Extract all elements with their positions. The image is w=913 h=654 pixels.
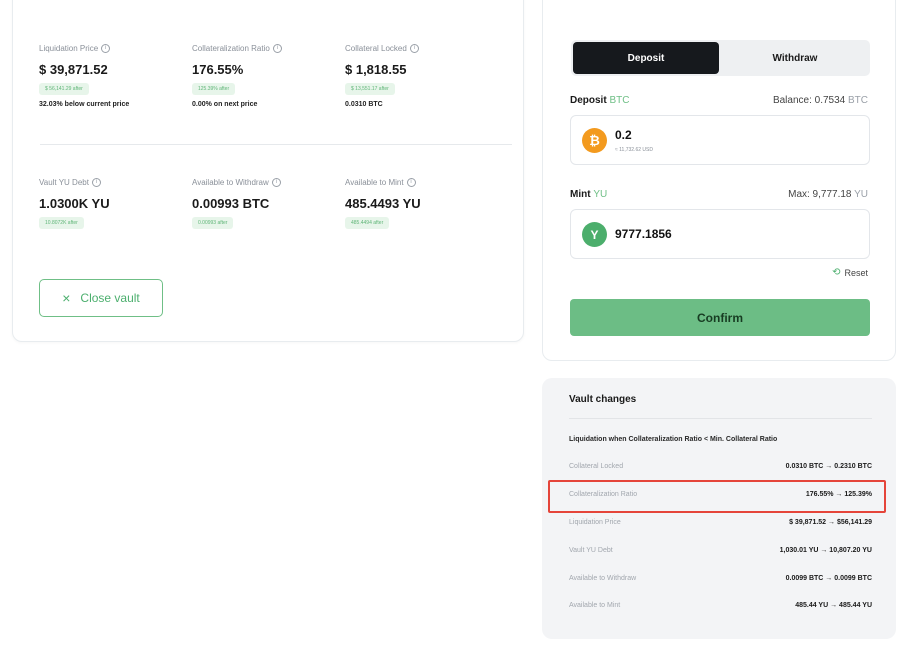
change-row-available-to-withdraw: Available to Withdraw 0.0099 BTC → 0.009… [569,575,872,587]
stat-label: Available to Withdraw [192,178,269,187]
stat-value: $ 1,818.55 [345,62,407,77]
info-icon[interactable]: i [271,178,281,187]
close-icon: × [62,290,71,306]
deposit-label-text: Deposit [570,95,607,106]
stat-label: Vault YU Debt [39,178,89,187]
change-value: 1,030.01 YU → 10,807.20 YU [779,547,872,554]
change-row-available-to-mint: Available to Mint 485.44 YU → 485.44 YU [569,602,872,614]
mint-asset: YU [593,189,608,200]
reset-button[interactable]: ⟲ Reset [832,267,868,278]
stat-available-to-mint: Available to Mint i 485.4493 YU 485.4494 … [345,178,495,229]
change-label: Liquidation Price [569,519,621,526]
stat-vault-yu-debt: Vault YU Debt i 1.0300K YU 10.8072K after [39,178,189,229]
change-row-vault-yu-debt: Vault YU Debt 1,030.01 YU → 10,807.20 YU [569,547,872,559]
tab-deposit[interactable]: Deposit [573,42,719,74]
change-label: Available to Mint [569,602,621,609]
deposit-panel: Deposit Withdraw Deposit BTC Balance: 0.… [542,0,896,361]
deposit-fiat-value: ≈ 11,732.62 USD [615,147,653,153]
change-value: 0.0310 BTC → 0.2310 BTC [785,463,872,470]
vault-changes-title: Vault changes [569,394,637,405]
reset-label: Reset [844,267,868,278]
after-badge: 0.00993 after [192,217,234,229]
deposit-balance: Balance: 0.7534 BTC [773,95,868,106]
stat-value: 176.55% [192,62,244,77]
confirm-button[interactable]: Confirm [570,299,870,336]
stat-liquidation-price: Liquidation Price i $ 39,871.52 $ 56,141.… [39,44,189,108]
max-text: Max: 9,777.18 [788,189,852,200]
stat-subtext: 0.0310 BTC [345,101,383,108]
info-icon[interactable]: i [272,44,282,53]
deposit-label: Deposit BTC [570,95,629,106]
mint-label: Mint YU [570,189,607,200]
info-icon[interactable]: i [409,44,419,53]
mint-amount-input[interactable]: Y 9777.1856 [570,209,870,259]
close-vault-label: Close vault [80,291,140,305]
close-vault-button[interactable]: × Close vault [39,279,163,317]
divider [40,144,512,145]
max-asset: YU [854,189,868,200]
stat-subtext: 32.03% below current price [39,101,130,108]
stat-value: 0.00993 BTC [192,196,270,211]
stat-subtext: 0.00% on next price [192,101,258,108]
balance-text: Balance: 0.7534 [772,95,846,106]
liquidation-note: Liquidation when Collateralization Ratio… [569,436,778,443]
deposit-amount-value[interactable]: 0.2 [615,128,632,142]
info-icon[interactable]: i [101,44,111,53]
deposit-asset: BTC [609,95,630,106]
stat-label: Liquidation Price [39,44,99,53]
mint-amount-value[interactable]: 9777.1856 [615,227,672,241]
stat-collateral-locked: Collateral Locked i $ 1,818.55 $ 13,551.1… [345,44,495,108]
divider [569,418,872,419]
after-badge: 125.39% after [192,83,236,95]
mint-max[interactable]: Max: 9,777.18 YU [788,189,868,200]
info-icon[interactable]: i [91,178,101,187]
change-label: Vault YU Debt [569,547,613,554]
refresh-icon: ⟲ [832,267,841,278]
stat-label: Available to Mint [345,178,404,187]
stat-label: Collateral Locked [345,44,407,53]
after-badge: 10.8072K after [39,217,84,229]
stat-value: 1.0300K YU [39,196,110,211]
tab-withdraw[interactable]: Withdraw [722,42,868,74]
stat-label: Collateralization Ratio [192,44,270,53]
yu-token-icon: Y [582,222,607,247]
change-label: Available to Withdraw [569,575,637,582]
change-value: $ 39,871.52 → $56,141.29 [789,519,872,526]
change-value: 485.44 YU → 485.44 YU [795,602,872,609]
mint-label-text: Mint [570,189,591,200]
stat-value: $ 39,871.52 [39,62,108,77]
after-badge: 485.4494 after [345,217,390,229]
bitcoin-icon: ₿ [582,128,607,153]
change-label: Collateral Locked [569,463,624,470]
stat-available-to-withdraw: Available to Withdraw i 0.00993 BTC 0.009… [192,178,342,229]
vault-summary-card: Liquidation Price i $ 39,871.52 $ 56,141.… [12,0,524,342]
balance-asset: BTC [848,95,868,106]
change-row-collateral-locked: Collateral Locked 0.0310 BTC → 0.2310 BT… [569,463,872,475]
after-badge: $ 13,551.17 after [345,83,395,95]
after-badge: $ 56,141.29 after [39,83,89,95]
change-row-liquidation-price: Liquidation Price $ 39,871.52 → $56,141.… [569,519,872,531]
stat-value: 485.4493 YU [345,196,421,211]
deposit-withdraw-tabs: Deposit Withdraw [571,40,870,76]
highlight-box [548,480,886,513]
deposit-amount-input[interactable]: ₿ 0.2 ≈ 11,732.62 USD [570,115,870,165]
change-value: 0.0099 BTC → 0.0099 BTC [785,575,872,582]
stat-collateralization-ratio: Collateralization Ratio i 176.55% 125.39%… [192,44,342,108]
info-icon[interactable]: i [406,178,416,187]
